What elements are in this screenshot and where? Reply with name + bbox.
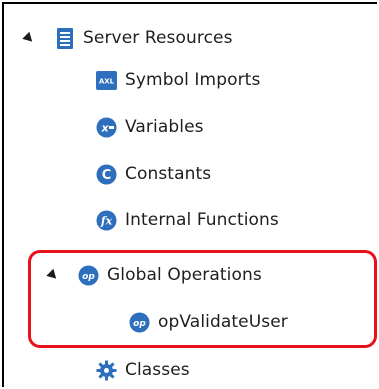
tree-item-label: Internal Functions (125, 210, 279, 230)
svg-text:fx: fx (100, 214, 113, 227)
gear-icon (96, 360, 117, 381)
constants-icon: C (96, 164, 117, 185)
tree-item-label: Variables (125, 117, 204, 137)
variables-icon: x (96, 117, 117, 138)
tree-item-constants[interactable]: C Constants (96, 158, 211, 190)
svg-text:C: C (102, 168, 112, 183)
svg-text:x: x (100, 121, 109, 134)
tree-item-label: Symbol Imports (125, 70, 261, 90)
tree-item-server-resources[interactable]: Server Resources (22, 22, 233, 54)
svg-text:AXL: AXL (99, 77, 115, 85)
axl-icon: AXL (96, 70, 117, 91)
expanded-arrow-icon[interactable] (22, 31, 36, 45)
highlight-annotation (28, 250, 377, 348)
tree-item-label: Constants (125, 164, 212, 184)
document-list-icon (54, 27, 75, 49)
function-icon: fx (96, 210, 117, 231)
tree-item-internal-functions[interactable]: fx Internal Functions (96, 204, 279, 236)
tree-item-label: Classes (125, 360, 190, 380)
tree-item-label: Server Resources (83, 28, 233, 48)
tree-item-classes[interactable]: Classes (96, 354, 190, 386)
tree-item-symbol-imports[interactable]: AXL Symbol Imports (96, 64, 260, 96)
tree-item-variables[interactable]: x Variables (96, 111, 204, 143)
